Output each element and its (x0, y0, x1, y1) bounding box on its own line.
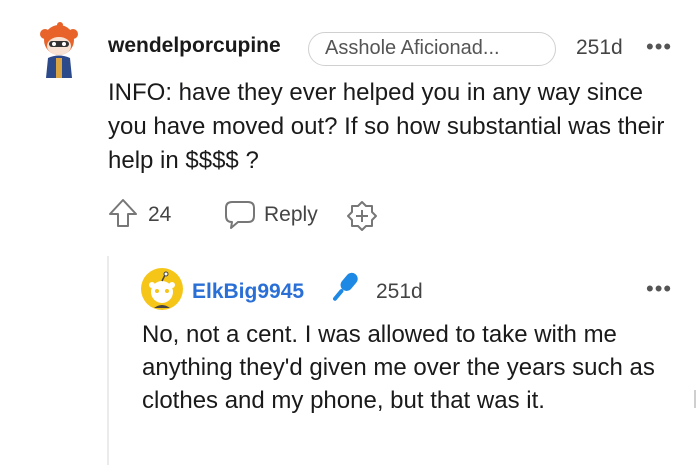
scroll-indicator (694, 390, 696, 408)
more-options-icon[interactable]: ••• (646, 276, 672, 302)
vote-count: 24 (148, 203, 172, 226)
comment-body: INFO: have they ever helped you in any w… (108, 79, 665, 174)
op-username[interactable]: ElkBig9945 (192, 280, 304, 304)
award-plus-icon[interactable] (345, 199, 379, 233)
user-flair: Asshole Aficionad... (308, 32, 556, 66)
reply-avatar[interactable] (141, 268, 183, 310)
reply-body: No, not a cent. I was allowed to take wi… (142, 321, 655, 414)
reply-age: 251d (376, 280, 423, 303)
reply-label[interactable]: Reply (264, 203, 318, 227)
comment-username[interactable]: wendelporcupine (108, 34, 281, 58)
comment-age: 251d (576, 36, 623, 59)
upvote-icon[interactable] (107, 197, 139, 229)
microphone-icon (333, 272, 358, 301)
thread-line[interactable] (107, 256, 109, 465)
more-options-icon[interactable]: ••• (646, 34, 672, 60)
speech-bubble-icon[interactable] (224, 198, 256, 230)
user-avatar[interactable] (36, 20, 82, 78)
